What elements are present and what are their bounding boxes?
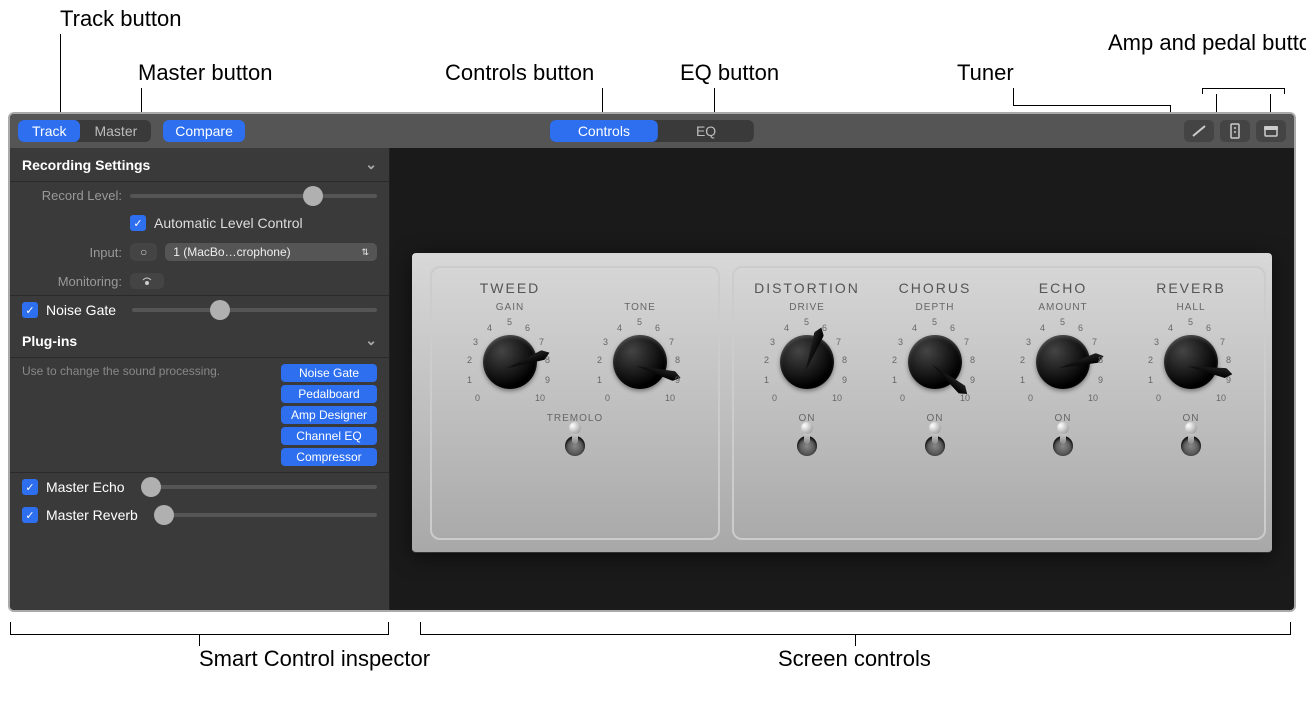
callout-controls: Controls button [445, 60, 594, 86]
smart-controls-panel: Track Master Compare Controls EQ [8, 112, 1296, 612]
master-reverb-label: Master Reverb [46, 507, 138, 523]
eq-button[interactable]: EQ [658, 120, 754, 142]
controls-button[interactable]: Controls [550, 120, 658, 142]
callout-master: Master button [138, 60, 273, 86]
distortion-toggle[interactable] [797, 430, 817, 460]
screen-controls: TWEED GAIN 012345678910 . TONE [390, 148, 1294, 610]
reverb-title: REVERB [1156, 280, 1226, 296]
monitoring-button[interactable] [130, 273, 164, 289]
distortion-title: DISTORTION [754, 280, 860, 296]
chorus-toggle[interactable] [925, 430, 945, 460]
hall-label: HALL [1176, 302, 1205, 313]
effects-section: DISTORTION DRIVE 012345678910 ON CHORUS … [732, 266, 1266, 540]
master-echo-label: Master Echo [46, 479, 125, 495]
chevron-down-icon: ⌄ [365, 332, 377, 349]
echo-title: ECHO [1039, 280, 1087, 296]
callout-screen-controls: Screen controls [778, 646, 931, 672]
master-echo-checkbox[interactable]: ✓ [22, 479, 38, 495]
noise-gate-label: Noise Gate [46, 302, 116, 318]
master-reverb-row: ✓ Master Reverb [10, 501, 389, 529]
input-source-popup[interactable]: 1 (MacBo…crophone) ⇅ [165, 243, 377, 261]
record-level-label: Record Level: [22, 188, 122, 203]
tone-knob[interactable]: 012345678910 [595, 317, 685, 407]
track-button[interactable]: Track [18, 120, 80, 142]
amount-label: AMOUNT [1038, 302, 1087, 313]
master-reverb-slider[interactable] [154, 513, 377, 517]
reverb-toggle[interactable] [1181, 430, 1201, 460]
drive-knob[interactable]: 012345678910 [762, 317, 852, 407]
noise-gate-checkbox[interactable]: ✓ [22, 302, 38, 318]
depth-knob[interactable]: 012345678910 [890, 317, 980, 407]
callout-inspector: Smart Control inspector [199, 646, 430, 672]
gain-label: GAIN [496, 302, 524, 313]
drive-label: DRIVE [789, 302, 825, 313]
controls-eq-segment: Controls EQ [550, 120, 754, 142]
auto-level-label: Automatic Level Control [154, 215, 303, 231]
track-master-segment: Track Master [18, 120, 151, 142]
input-mono-button[interactable]: ○ [130, 243, 157, 261]
noise-gate-row: ✓ Noise Gate [10, 295, 389, 324]
callout-eq: EQ button [680, 60, 779, 86]
plugin-item[interactable]: Amp Designer [281, 406, 377, 424]
plugins-help-text: Use to change the sound processing. [22, 364, 273, 380]
depth-label: DEPTH [916, 302, 955, 313]
noise-gate-slider[interactable] [132, 308, 377, 312]
tweed-section: TWEED GAIN 012345678910 . TONE [430, 266, 720, 540]
gain-knob[interactable]: 012345678910 [465, 317, 555, 407]
plugin-item[interactable]: Noise Gate [281, 364, 377, 382]
master-button[interactable]: Master [80, 120, 151, 142]
amount-knob[interactable]: 012345678910 [1018, 317, 1108, 407]
plugin-item[interactable]: Pedalboard [281, 385, 377, 403]
plugins-header[interactable]: Plug-ins ⌄ [10, 324, 389, 358]
chorus-title: CHORUS [899, 280, 972, 296]
recording-settings-header[interactable]: Recording Settings ⌄ [10, 148, 389, 182]
amp-panel: TWEED GAIN 012345678910 . TONE [412, 253, 1272, 553]
auto-level-checkbox[interactable]: ✓ [130, 215, 146, 231]
tuner-button[interactable] [1184, 120, 1214, 142]
updown-icon: ⇅ [361, 247, 369, 258]
input-label: Input: [22, 245, 122, 260]
pedal-button[interactable] [1256, 120, 1286, 142]
callout-track: Track button [60, 6, 181, 32]
master-echo-slider[interactable] [141, 485, 377, 489]
amp-button[interactable] [1220, 120, 1250, 142]
master-reverb-checkbox[interactable]: ✓ [22, 507, 38, 523]
echo-toggle[interactable] [1053, 430, 1073, 460]
hall-knob[interactable]: 012345678910 [1146, 317, 1236, 407]
record-level-slider[interactable] [130, 194, 377, 198]
plugin-item[interactable]: Channel EQ [281, 427, 377, 445]
tweed-title: TWEED [480, 280, 541, 296]
plugin-item[interactable]: Compressor [281, 448, 377, 466]
monitoring-label: Monitoring: [22, 274, 122, 289]
master-echo-row: ✓ Master Echo [10, 472, 389, 501]
tremolo-toggle[interactable] [565, 430, 585, 460]
plugin-list: Noise Gate Pedalboard Amp Designer Chann… [281, 364, 377, 466]
smart-control-inspector: Recording Settings ⌄ Record Level: ✓ Aut… [10, 148, 390, 610]
chevron-down-icon: ⌄ [365, 156, 377, 173]
app-body: Recording Settings ⌄ Record Level: ✓ Aut… [10, 148, 1294, 610]
tone-label: TONE [624, 302, 656, 313]
callout-amp-pedal: Amp and pedal buttons [1108, 30, 1306, 56]
callout-tuner: Tuner [957, 60, 1014, 86]
toolbar: Track Master Compare Controls EQ [10, 114, 1294, 148]
compare-button[interactable]: Compare [163, 120, 245, 142]
